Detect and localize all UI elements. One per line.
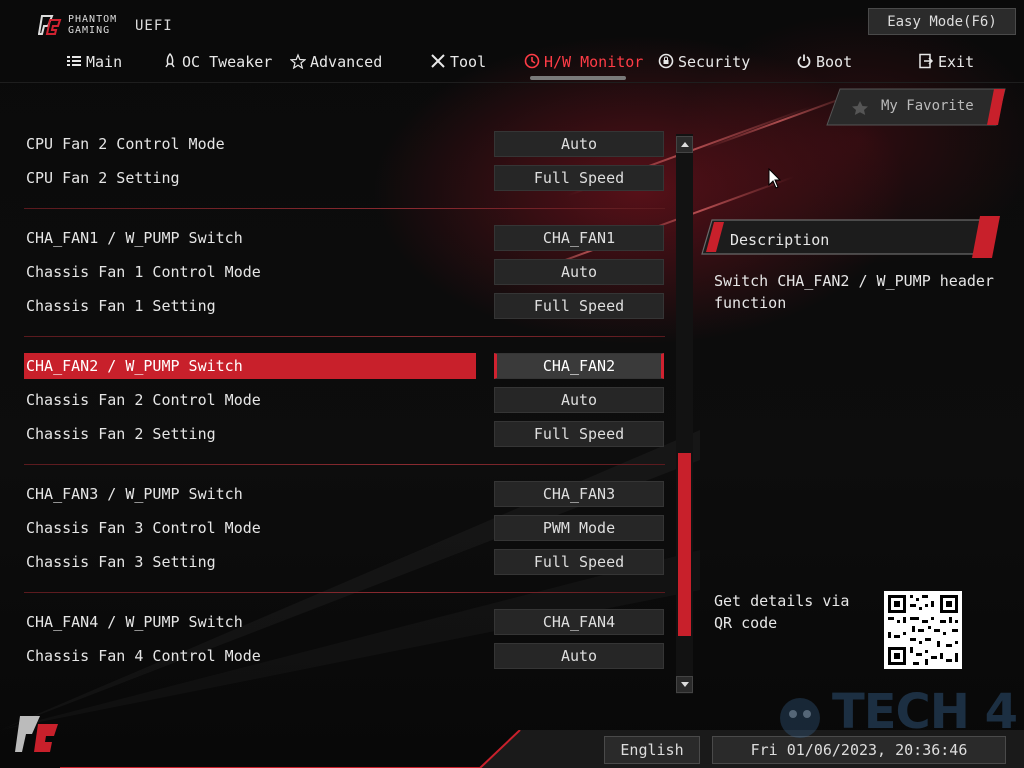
my-favorite-button[interactable]: My Favorite [826, 88, 1006, 126]
setting-value[interactable]: Auto [494, 131, 664, 157]
list-icon [67, 56, 81, 66]
setting-label[interactable]: CHA_FAN3 / W_PUMP Switch [24, 481, 476, 507]
setting-label[interactable]: Chassis Fan 2 Setting [24, 421, 476, 447]
description-header: Description [700, 214, 1002, 260]
setting-label[interactable]: Chassis Fan 1 Setting [24, 293, 476, 319]
tab-hw-monitor[interactable]: H/W Monitor [524, 48, 643, 76]
setting-value[interactable]: Full Speed [494, 421, 664, 447]
phantom-gaming-footer-logo-icon [15, 716, 58, 752]
tab-oc-tweaker-label: OC Tweaker [182, 53, 273, 71]
tab-security-label: Security [678, 53, 751, 71]
section-divider [24, 336, 665, 337]
phantom-gaming-logo: PHANTOM GAMING UEFI [38, 12, 178, 40]
tab-hw-monitor-label: H/W Monitor [544, 53, 644, 71]
setting-label[interactable]: CPU Fan 2 Control Mode [24, 131, 476, 157]
setting-value[interactable]: Auto [494, 387, 664, 413]
section-divider [24, 464, 665, 465]
watermark-logo: TECH 4 [770, 680, 1020, 750]
setting-label[interactable]: Chassis Fan 3 Setting [24, 549, 476, 575]
exit-icon [919, 53, 934, 69]
tab-oc-tweaker[interactable]: OC Tweaker [162, 48, 272, 76]
setting-label[interactable]: CHA_FAN1 / W_PUMP Switch [24, 225, 476, 251]
monitor-icon [524, 53, 540, 69]
setting-label[interactable]: Chassis Fan 3 Control Mode [24, 515, 476, 541]
mouse-cursor-icon [768, 168, 782, 189]
tab-exit[interactable]: Exit [918, 48, 974, 76]
tab-main-label: Main [86, 53, 123, 71]
phantom-gaming-logo-icon [38, 15, 62, 35]
description-text: Switch CHA_FAN2 / W_PUMP header function [714, 272, 994, 312]
my-favorite-label: My Favorite [881, 98, 974, 114]
active-tab-indicator [530, 76, 626, 80]
qr-code-text: Get details via QR code [714, 592, 850, 632]
logo-line1: PHANTOM [68, 14, 118, 25]
scroll-down-arrow-icon[interactable] [676, 676, 693, 693]
tools-icon [431, 54, 445, 68]
star-icon [290, 53, 306, 69]
rocket-icon [165, 53, 175, 68]
setting-value[interactable]: Full Speed [494, 293, 664, 319]
setting-value[interactable]: Full Speed [494, 165, 664, 191]
tab-advanced[interactable]: Advanced [290, 48, 382, 76]
tab-boot[interactable]: Boot [796, 48, 852, 76]
background-light-rays [0, 430, 700, 730]
qr-code-pattern [888, 595, 958, 665]
language-button[interactable]: English [604, 736, 700, 764]
header-divider [0, 82, 1024, 83]
section-divider [24, 592, 665, 593]
tab-tool-label: Tool [450, 53, 487, 71]
setting-label[interactable]: CPU Fan 2 Setting [24, 165, 476, 191]
setting-label[interactable]: Chassis Fan 1 Control Mode [24, 259, 476, 285]
scroll-up-arrow-icon[interactable] [676, 136, 693, 153]
scrollbar-thumb[interactable] [678, 453, 691, 636]
main-tabs: Main OC Tweaker Advanced Tool H/W Monito… [0, 48, 1024, 78]
tab-security[interactable]: Security [658, 48, 750, 76]
logo-uefi: UEFI [135, 18, 173, 34]
setting-value[interactable]: Full Speed [494, 549, 664, 575]
watermark-text: TECH 4 [832, 684, 1018, 740]
setting-label[interactable]: Chassis Fan 4 Control Mode [24, 643, 476, 669]
power-icon [797, 54, 811, 68]
tab-exit-label: Exit [938, 53, 975, 71]
qr-code-image [884, 591, 962, 669]
section-divider [24, 208, 665, 209]
setting-value[interactable]: Auto [494, 259, 664, 285]
setting-value[interactable]: CHA_FAN1 [494, 225, 664, 251]
setting-label[interactable]: Chassis Fan 2 Control Mode [24, 387, 476, 413]
setting-value[interactable]: Auto [494, 643, 664, 669]
tab-boot-label: Boot [816, 53, 853, 71]
logo-line2: GAMING [68, 25, 111, 36]
tab-tool[interactable]: Tool [430, 48, 486, 76]
description-title: Description [730, 231, 830, 249]
setting-value[interactable]: PWM Mode [494, 515, 664, 541]
setting-value[interactable]: CHA_FAN4 [494, 609, 664, 635]
easy-mode-button[interactable]: Easy Mode(F6) [868, 8, 1016, 35]
tab-advanced-label: Advanced [310, 53, 383, 71]
tab-main[interactable]: Main [66, 48, 122, 76]
setting-label[interactable]: CHA_FAN4 / W_PUMP Switch [24, 609, 476, 635]
shield-icon [658, 53, 674, 69]
setting-value-selected[interactable]: CHA_FAN2 [494, 353, 664, 379]
setting-label-selected[interactable]: CHA_FAN2 / W_PUMP Switch [24, 353, 476, 379]
setting-value[interactable]: CHA_FAN3 [494, 481, 664, 507]
